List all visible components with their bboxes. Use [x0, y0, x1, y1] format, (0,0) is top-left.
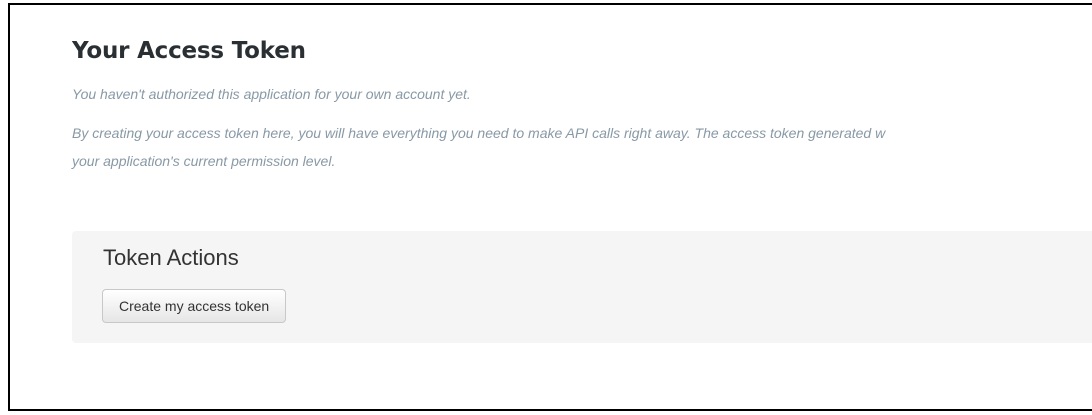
- authorization-status-note: You haven't authorized this application …: [72, 86, 471, 102]
- description-line-2: your application's current permission le…: [72, 153, 336, 169]
- token-actions-panel: Token Actions Create my access token: [72, 231, 1092, 343]
- description-line-1: By creating your access token here, you …: [72, 125, 886, 141]
- page-title: Your Access Token: [72, 38, 306, 64]
- page-frame: [8, 3, 1092, 411]
- token-actions-title: Token Actions: [103, 245, 239, 270]
- access-token-description: By creating your access token here, you …: [72, 119, 1092, 175]
- create-access-token-button[interactable]: Create my access token: [102, 289, 287, 323]
